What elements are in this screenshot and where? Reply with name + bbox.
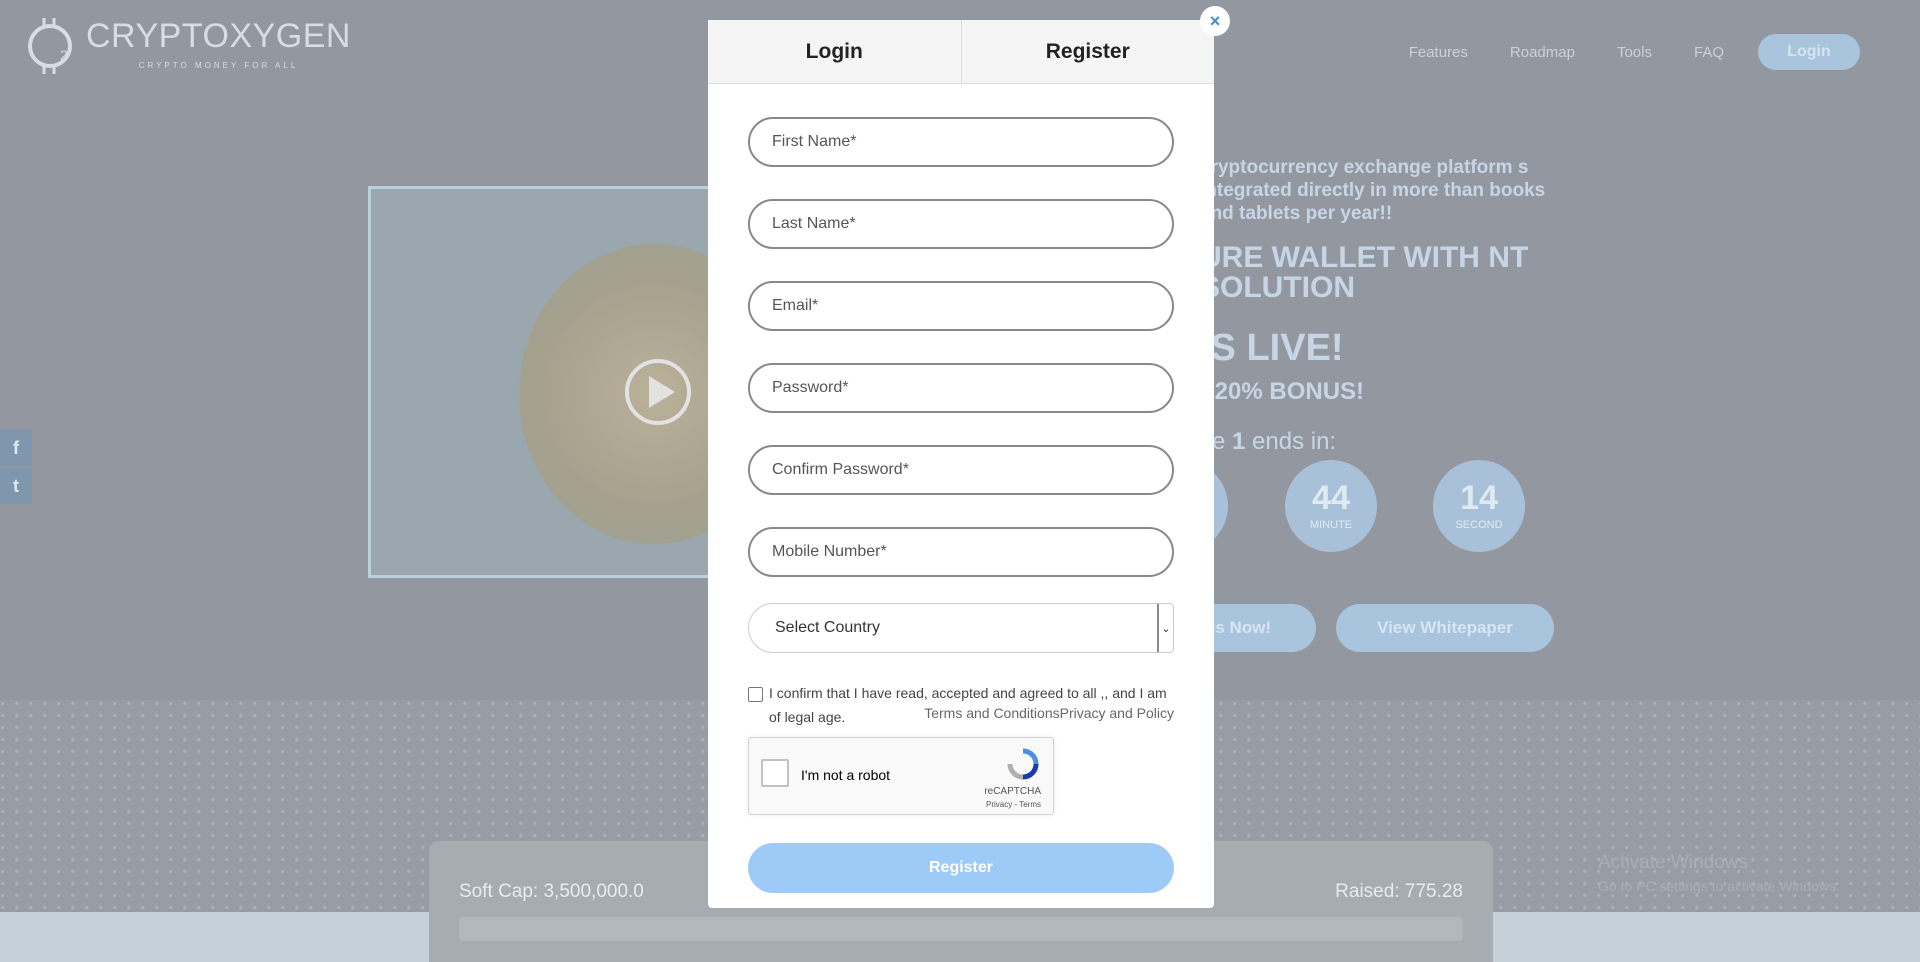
email-input[interactable] [772, 297, 1152, 315]
hero-bonus: - 20% BONUS! [1200, 378, 1365, 405]
recaptcha-icon [1007, 748, 1039, 780]
hero-live: IS LIVE! [1200, 327, 1344, 369]
privacy-link[interactable]: Privacy and Policy [1060, 705, 1174, 721]
email-field [748, 281, 1174, 331]
recaptcha-links[interactable]: Privacy - Terms [986, 800, 1041, 809]
recaptcha-checkbox[interactable] [761, 759, 789, 787]
watermark-title: Activate Windows [1598, 852, 1748, 873]
mobile-input[interactable] [772, 543, 1152, 561]
first-name-input[interactable] [772, 133, 1152, 151]
country-select[interactable]: Select Country ⌄ [748, 603, 1174, 653]
confirm-password-input[interactable] [772, 461, 1152, 479]
hero-intro: cryptocurrency exchange platform s integ… [1200, 157, 1546, 224]
brand-name: CRYPTOXYGEN [86, 16, 351, 55]
phase-suffix: ends in: [1245, 428, 1337, 455]
auth-modal: Login Register Select Country ⌄ I confir… [708, 20, 1214, 908]
countdown-second: 14 SECOND [1433, 460, 1525, 552]
twitter-icon[interactable]: t [0, 468, 32, 504]
last-name-input[interactable] [772, 215, 1152, 233]
recaptcha-label: I'm not a robot [801, 767, 891, 783]
nav-roadmap[interactable]: Roadmap [1510, 44, 1575, 61]
hero-phase: se 1 ends in: [1200, 428, 1600, 456]
raised-amount: Raised: 775.28 [1335, 881, 1463, 902]
tab-login[interactable]: Login [708, 20, 961, 83]
nav-features[interactable]: Features [1409, 44, 1468, 61]
register-form: Select Country ⌄ I confirm that I have r… [708, 117, 1214, 893]
chevron-down-icon: ⌄ [1157, 604, 1173, 652]
country-select-value: Select Country [775, 619, 880, 636]
close-icon[interactable]: × [1200, 6, 1230, 36]
intro-video[interactable] [368, 186, 718, 578]
recaptcha-brand: reCAPTCHA [984, 786, 1041, 797]
tab-register[interactable]: Register [960, 20, 1214, 83]
brand-tagline: CRYPTO MONEY FOR ALL [138, 60, 299, 70]
register-submit-button[interactable]: Register [748, 843, 1174, 893]
nav-login-button[interactable]: Login [1758, 34, 1860, 70]
recaptcha-widget: I'm not a robot reCAPTCHA Privacy - Term… [748, 737, 1054, 815]
windows-watermark: Activate Windows Go to PC settings to ac… [1598, 852, 1840, 894]
password-field [748, 363, 1174, 413]
auth-tabs: Login Register [708, 20, 1214, 84]
phase-number: 1 [1232, 428, 1246, 455]
countdown-second-value: 14 [1460, 479, 1498, 517]
mobile-field [748, 527, 1174, 577]
hero-headline: URE WALLET WITH NT SOLUTION [1200, 241, 1529, 304]
countdown-second-unit: SECOND [1455, 519, 1503, 531]
countdown-minute-value: 44 [1312, 479, 1350, 517]
terms-link[interactable]: Terms and Conditions [924, 705, 1059, 721]
progress-bar [459, 917, 1463, 941]
logo-icon: 2 [28, 18, 72, 74]
confirm-password-field [748, 445, 1174, 495]
play-icon[interactable] [625, 359, 691, 425]
nav-faq[interactable]: FAQ [1694, 44, 1724, 61]
top-nav: Features Roadmap Tools FAQ Login [1409, 34, 1860, 70]
hero-section: cryptocurrency exchange platform s integ… [1200, 156, 1600, 456]
confirm-checkbox[interactable] [748, 687, 763, 702]
soft-cap: Soft Cap: 3,500,000.0 [459, 881, 644, 902]
countdown-minute-unit: MINUTE [1309, 519, 1353, 531]
watermark-subtitle: Go to PC settings to activate Windows. [1598, 878, 1840, 894]
view-whitepaper-button[interactable]: View Whitepaper [1336, 604, 1554, 652]
svg-text:2: 2 [60, 47, 68, 63]
brand-logo-link[interactable]: 2 CRYPTOXYGEN CRYPTO MONEY FOR ALL [26, 12, 351, 76]
facebook-icon[interactable]: f [0, 430, 32, 466]
nav-tools[interactable]: Tools [1617, 44, 1652, 61]
countdown-minute: 44 MINUTE [1285, 460, 1377, 552]
password-input[interactable] [772, 379, 1152, 397]
first-name-field [748, 117, 1174, 167]
last-name-field [748, 199, 1174, 249]
